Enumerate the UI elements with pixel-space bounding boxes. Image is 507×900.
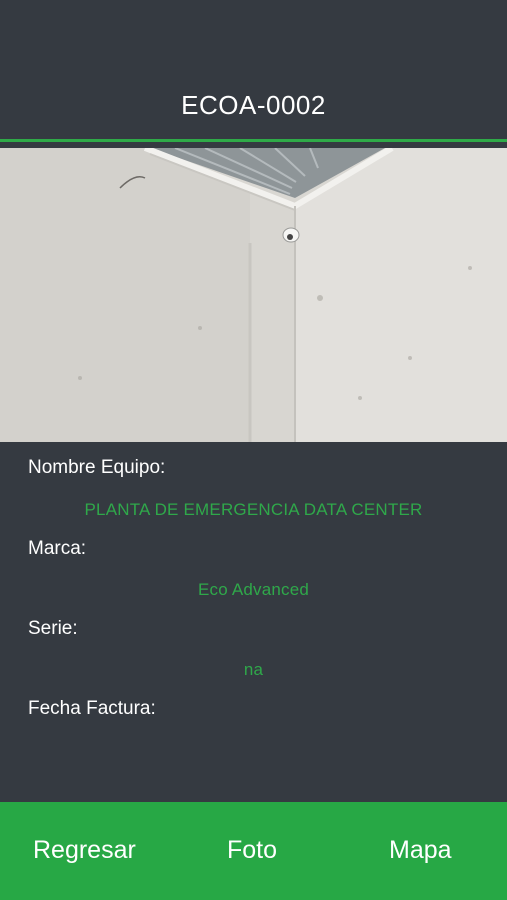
regresar-button[interactable]: Regresar bbox=[33, 836, 136, 865]
equipment-photo-image bbox=[0, 148, 507, 442]
serie-value: na bbox=[243, 660, 264, 679]
header-bar: ECOA-0002 bbox=[0, 0, 507, 142]
marca-value: Eco Advanced bbox=[197, 580, 310, 599]
nombre-equipo-label: Nombre Equipo: bbox=[28, 457, 166, 478]
bottom-action-bar: Regresar Foto Mapa bbox=[0, 802, 507, 900]
page-title: ECOA-0002 bbox=[181, 90, 326, 120]
serie-label: Serie: bbox=[28, 618, 78, 639]
header-divider bbox=[0, 139, 507, 142]
marca-label: Marca: bbox=[28, 538, 87, 559]
fecha-factura-label: Fecha Factura: bbox=[28, 698, 156, 719]
mapa-button[interactable]: Mapa bbox=[389, 836, 452, 865]
equipment-photo[interactable] bbox=[0, 148, 507, 442]
equipment-details: Nombre Equipo: PLANTA DE EMERGENCIA DATA… bbox=[0, 442, 507, 802]
nombre-equipo-value: PLANTA DE EMERGENCIA DATA CENTER bbox=[84, 500, 423, 519]
foto-button[interactable]: Foto bbox=[227, 836, 277, 865]
